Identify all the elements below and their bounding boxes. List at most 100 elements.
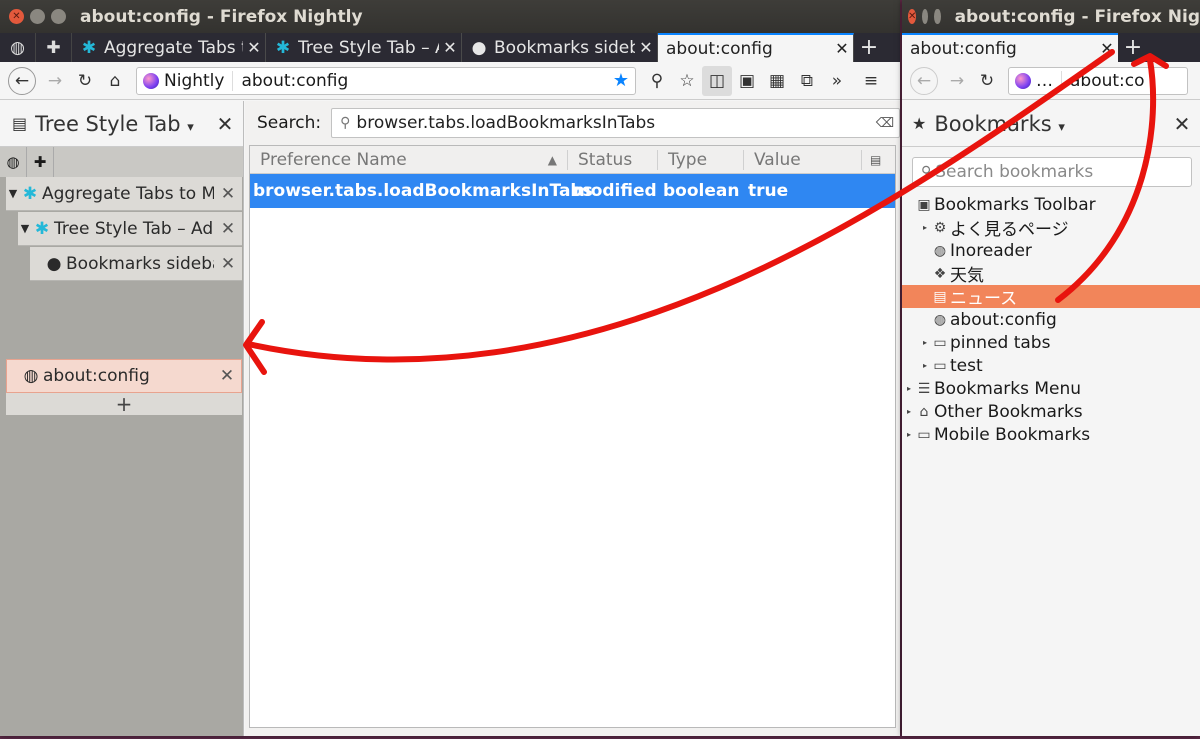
window-minimize-button[interactable] — [922, 9, 929, 24]
reload-button[interactable]: ↻ — [70, 66, 100, 96]
search-placeholder: Search bookmarks — [935, 162, 1094, 182]
column-header-name[interactable]: Preference Name ▲ — [250, 149, 568, 170]
sidebar-title[interactable]: Tree Style Tab ▾ — [35, 112, 207, 136]
tab-close-button[interactable]: ✕ — [635, 38, 657, 57]
star-outline-icon[interactable]: ☆ — [672, 66, 702, 96]
twisty-collapsed-icon[interactable]: ▸ — [904, 407, 914, 416]
bookmark-label: Bookmarks Toolbar — [934, 194, 1096, 215]
url-text[interactable]: about:config — [233, 71, 606, 91]
forward-button[interactable]: → — [942, 66, 972, 96]
pocket-icon[interactable]: ▣ — [732, 66, 762, 96]
tab-close-button[interactable]: ✕ — [214, 254, 242, 274]
twisty-collapsed-icon[interactable]: ▸ — [920, 361, 930, 370]
new-tab-button[interactable]: + — [1118, 33, 1148, 62]
pref-type: boolean — [663, 181, 740, 201]
bookmark-item[interactable]: ▤ ニュース — [902, 285, 1200, 309]
firefox-nightly-logo-icon — [143, 72, 159, 89]
sidebar-title[interactable]: Bookmarks ▾ — [934, 112, 1164, 136]
tab-aggregate-tabs[interactable]: ✱ Aggregate Tabs to M ✕ — [72, 33, 266, 62]
bookmark-item[interactable]: ▸ ▭ test — [902, 354, 1200, 377]
tree-tab-item[interactable]: ▼ ✱ Aggregate Tabs to M ✕ — [6, 177, 242, 211]
pref-name: browser.tabs.loadBookmarksInTabs — [253, 181, 593, 201]
identity-box[interactable]: Nightly — [137, 70, 234, 91]
puzzle-icon[interactable]: ✚ — [36, 33, 72, 62]
tab-about-config[interactable]: about:config ✕ — [902, 33, 1118, 62]
twisty-expanded-icon[interactable]: ▼ — [6, 187, 20, 200]
column-picker-icon[interactable]: ▤ — [870, 153, 881, 167]
bookmarks-tree: ▣ Bookmarks Toolbar ▸ ⚙ よく見るページ ◍ Inoreader ❖ 天気… — [902, 193, 1200, 446]
toolbar-icon: ▣ — [917, 196, 931, 213]
config-search-box[interactable]: ⚲ ⌫ — [331, 108, 900, 138]
url-bar[interactable]: Nightly about:config ★ — [136, 66, 636, 95]
tab-bookmarks-sidebar[interactable]: ● Bookmarks sideba ✕ — [462, 33, 658, 62]
tab-close-button[interactable]: ✕ — [1096, 39, 1118, 58]
bookmark-item[interactable]: ▸ ⌂ Other Bookmarks — [902, 400, 1200, 423]
tab-close-button[interactable]: ✕ — [439, 38, 461, 57]
sidebar-close-button[interactable]: ✕ — [1164, 112, 1200, 136]
tree-tab-item-active[interactable]: ◍ about:config ✕ — [6, 359, 242, 393]
zoom-search-icon[interactable]: ⚲ — [642, 66, 672, 96]
tab-close-button[interactable]: ✕ — [213, 366, 241, 386]
screenshot-icon[interactable]: ⧉ — [792, 66, 822, 96]
pref-value: true — [748, 181, 789, 201]
tab-close-button[interactable]: ✕ — [831, 39, 853, 58]
bookmark-label: Mobile Bookmarks — [934, 424, 1091, 445]
window-maximize-button[interactable] — [51, 9, 66, 24]
back-button[interactable]: ← — [910, 66, 938, 95]
globe-icon[interactable]: ◍ — [0, 33, 36, 62]
bookmark-item[interactable]: ◍ about:config — [902, 308, 1200, 331]
forward-button[interactable]: → — [40, 66, 70, 96]
tab-close-button[interactable]: ✕ — [214, 184, 242, 204]
window-minimize-button[interactable] — [30, 9, 45, 24]
window-maximize-button[interactable] — [934, 9, 941, 24]
tab-about-config[interactable]: about:config ✕ — [658, 33, 854, 62]
bookmark-item[interactable]: ◍ Inoreader — [902, 239, 1200, 262]
tab-label: about:config — [910, 38, 1017, 59]
bookmark-item[interactable]: ❖ 天気 — [902, 262, 1200, 287]
tree-tab-item[interactable]: ● Bookmarks sideba ✕ — [30, 247, 242, 281]
sidebar-close-button[interactable]: ✕ — [207, 112, 243, 136]
twisty-expanded-icon[interactable]: ▼ — [18, 222, 32, 235]
hamburger-menu-icon[interactable]: ≡ — [856, 66, 886, 96]
window-close-button[interactable]: ✕ — [9, 9, 24, 24]
tab-close-button[interactable]: ✕ — [243, 38, 265, 57]
tab-tree-style-tab[interactable]: ✱ Tree Style Tab – Ad ✕ — [266, 33, 462, 62]
new-tab-button[interactable]: + — [6, 392, 242, 416]
url-bar[interactable]: … about:co — [1008, 66, 1188, 95]
reload-button[interactable]: ↻ — [972, 66, 1002, 96]
new-tab-button[interactable]: + — [854, 33, 884, 62]
column-header-type[interactable]: Type — [658, 149, 744, 170]
table-row[interactable]: browser.tabs.loadBookmarksInTabs modifie… — [250, 174, 895, 208]
bookmark-star-icon[interactable]: ★ — [607, 70, 635, 91]
tab-close-button[interactable]: ✕ — [214, 219, 242, 239]
sort-up-icon: ▲ — [547, 152, 557, 167]
column-header-value[interactable]: Value — [744, 149, 862, 170]
twisty-collapsed-icon[interactable]: ▸ — [920, 338, 930, 347]
overflow-chevron-icon[interactable]: » — [822, 66, 852, 96]
twisty-collapsed-icon[interactable]: ▸ — [920, 223, 930, 232]
grid-icon[interactable]: ▦ — [762, 66, 792, 96]
back-button[interactable]: ← — [8, 66, 36, 95]
bookmarks-search-box[interactable]: ⚲ Search bookmarks — [912, 157, 1192, 187]
puzzle-icon: ✱ — [22, 183, 38, 204]
home-button[interactable]: ⌂ — [100, 66, 130, 96]
puzzle-icon[interactable]: ✚ — [27, 147, 54, 177]
bookmark-item[interactable]: ▸ ⚙ よく見るページ — [902, 216, 1200, 241]
tree-tab-item[interactable]: ▼ ✱ Tree Style Tab – Ad ✕ — [18, 212, 242, 246]
identity-box[interactable]: … — [1009, 70, 1062, 91]
twisty-collapsed-icon[interactable]: ▸ — [904, 430, 914, 439]
globe-icon[interactable]: ◍ — [0, 147, 27, 177]
bookmark-item[interactable]: ▸ ▭ pinned tabs — [902, 331, 1200, 354]
url-text[interactable]: about:co — [1062, 71, 1187, 91]
window-close-button[interactable]: ✕ — [908, 9, 917, 24]
bookmark-item[interactable]: ▸ ▭ Mobile Bookmarks — [902, 423, 1200, 446]
clear-search-icon[interactable]: ⌫ — [871, 116, 899, 131]
tab-label: about:config — [666, 38, 773, 59]
search-icon: ⚲ — [921, 164, 932, 180]
bookmark-item[interactable]: ▣ Bookmarks Toolbar — [902, 193, 1200, 216]
bookmark-item[interactable]: ▸ ☰ Bookmarks Menu — [902, 377, 1200, 400]
column-header-status[interactable]: Status — [568, 149, 658, 170]
sidebar-toggle-icon[interactable]: ◫ — [702, 65, 732, 96]
twisty-collapsed-icon[interactable]: ▸ — [904, 384, 914, 393]
config-search-input[interactable] — [356, 113, 871, 133]
